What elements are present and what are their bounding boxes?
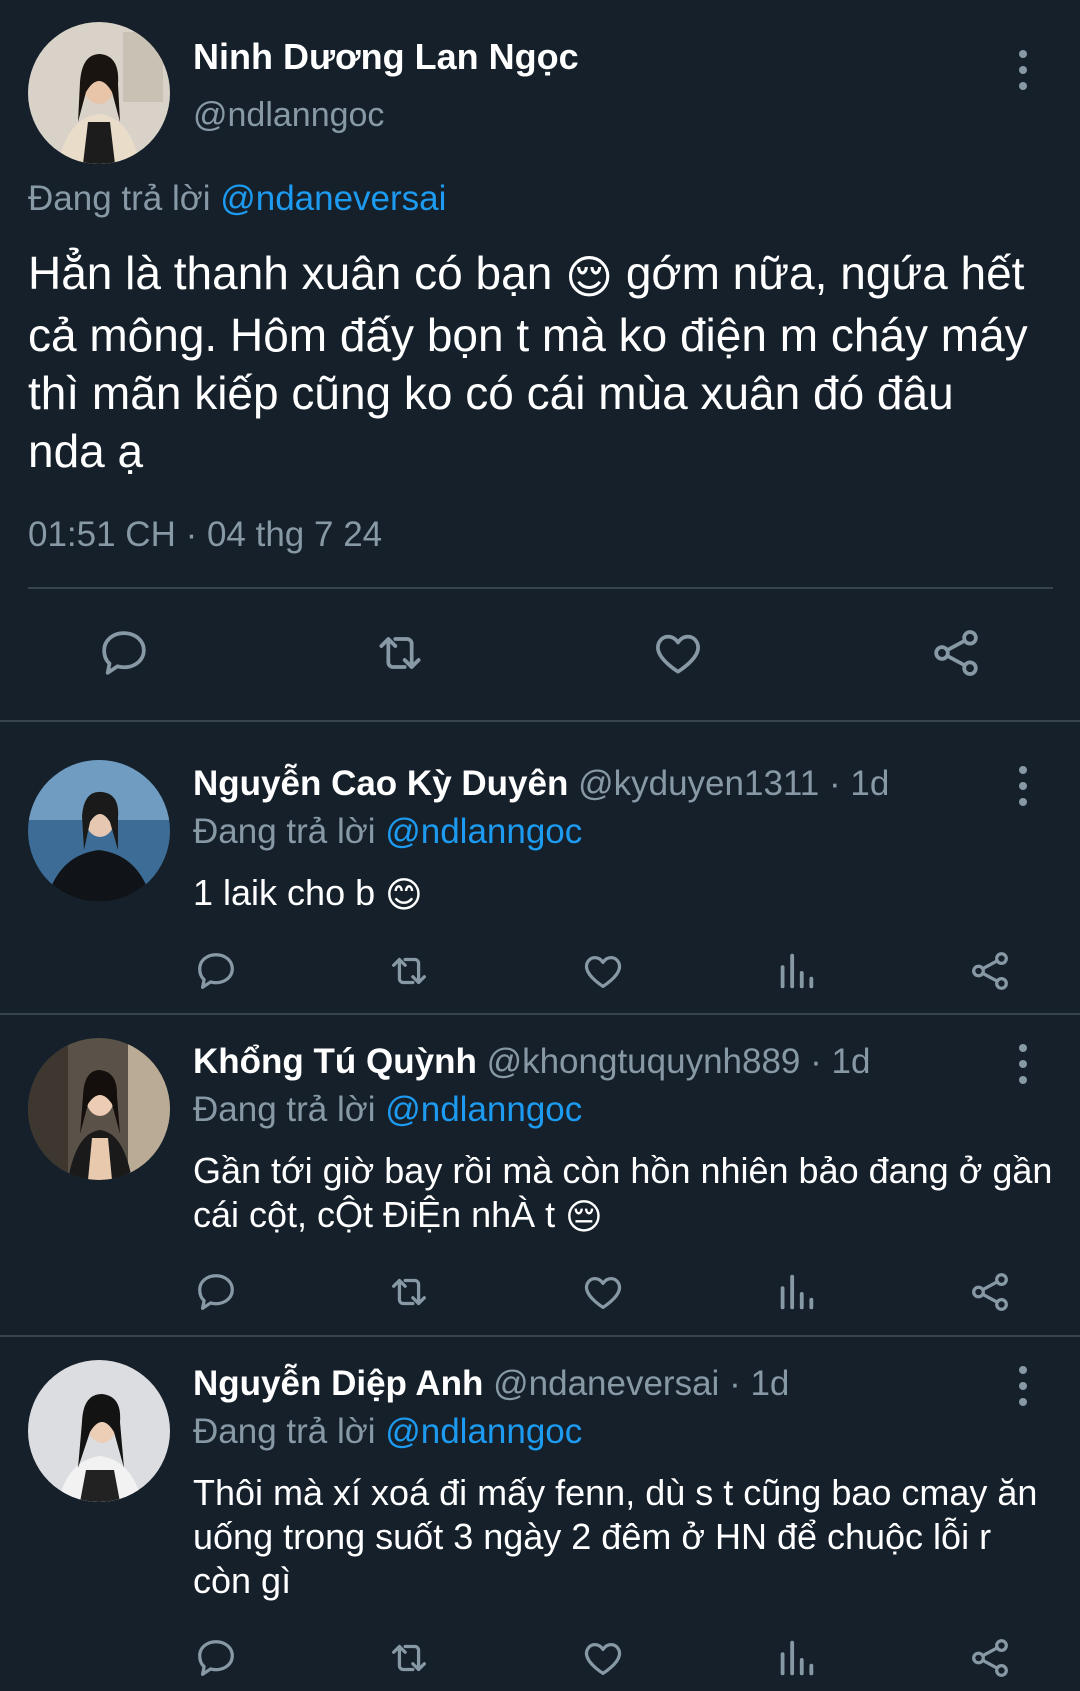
relieved-face-emoji: 😌 [565, 250, 614, 303]
retweet-icon[interactable] [386, 948, 432, 994]
reply-replying-to: Đang trả lời @ndlanngoc [193, 1090, 582, 1130]
reply-text-body: Gần tới giờ bay rồi mà còn hồn nhiên bảo… [193, 1150, 1053, 1235]
reply-author-handle[interactable]: @khongtuquynh889 [487, 1042, 801, 1081]
main-timestamp[interactable]: 01:51 CH · 04 thg 7 24 [28, 515, 382, 555]
reply-author-name[interactable]: Khổng Tú Quỳnh [193, 1042, 477, 1081]
main-tweet-text: Hẳn là thanh xuân có bạn 😌 gớm nữa, ngứa… [28, 244, 1028, 480]
reply-header: Khổng Tú Quỳnh @khongtuquynh889 · 1d [193, 1042, 870, 1082]
replying-prefix: Đang trả lời [193, 1090, 376, 1129]
reply-text-body: 1 laik cho b [193, 872, 376, 913]
reply-header: Nguyễn Diệp Anh @ndaneversai · 1d [193, 1364, 789, 1404]
reply-text-body: Thôi mà xí xoá đi mấy fenn, dù s t cũng … [193, 1472, 1038, 1601]
reply-icon[interactable] [96, 625, 152, 681]
reply-icon[interactable] [193, 1269, 239, 1315]
replying-prefix: Đang trả lời [28, 179, 211, 218]
reply-text: Thôi mà xí xoá đi mấy fenn, dù s t cũng … [193, 1471, 1053, 1603]
share-icon[interactable] [967, 1269, 1013, 1315]
main-author-name[interactable]: Ninh Dương Lan Ngọc [193, 36, 579, 78]
reply-replying-to: Đang trả lời @ndlanngoc [193, 812, 582, 852]
reply-avatar[interactable] [28, 760, 170, 902]
reply-author-handle[interactable]: @kyduyen1311 [578, 764, 819, 803]
replying-to-link[interactable]: @ndlanngoc [385, 812, 582, 851]
reply-replying-to: Đang trả lời @ndlanngoc [193, 1412, 582, 1452]
reply-more-icon[interactable] [1011, 1040, 1035, 1088]
main-replying-to: Đang trả lời @ndaneversai [28, 179, 446, 219]
replying-prefix: Đang trả lời [193, 812, 376, 851]
replying-to-link[interactable]: @ndlanngoc [385, 1412, 582, 1451]
main-text-part1: Hẳn là thanh xuân có bạn [28, 247, 553, 299]
analytics-icon[interactable] [773, 1635, 819, 1681]
pensive-face-emoji: 😔 [565, 1196, 603, 1238]
reply-time: · 1d [729, 1364, 790, 1403]
reply-author-handle[interactable]: @ndaneversai [493, 1364, 719, 1403]
reply-author-name[interactable]: Nguyễn Diệp Anh [193, 1364, 483, 1403]
like-icon[interactable] [580, 1635, 626, 1681]
share-icon[interactable] [928, 625, 984, 681]
reply-avatar[interactable] [28, 1038, 170, 1180]
reply-text: Gần tới giờ bay rồi mà còn hồn nhiên bảo… [193, 1149, 1053, 1239]
analytics-icon[interactable] [773, 1269, 819, 1315]
divider [0, 1335, 1080, 1337]
like-icon[interactable] [650, 625, 706, 681]
reply-text: 1 laik cho b 😊 [193, 871, 1053, 917]
retweet-icon[interactable] [386, 1269, 432, 1315]
main-author-handle[interactable]: @ndlanngoc [193, 96, 384, 135]
like-icon[interactable] [580, 1269, 626, 1315]
analytics-icon[interactable] [773, 948, 819, 994]
smiling-face-emoji: 😊 [385, 874, 423, 916]
replying-to-link[interactable]: @ndaneversai [220, 179, 446, 218]
replying-to-link[interactable]: @ndlanngoc [385, 1090, 582, 1129]
share-icon[interactable] [967, 1635, 1013, 1681]
reply-avatar[interactable] [28, 1360, 170, 1502]
share-icon[interactable] [967, 948, 1013, 994]
retweet-icon[interactable] [386, 1635, 432, 1681]
main-avatar[interactable] [28, 22, 170, 164]
reply-icon[interactable] [193, 1635, 239, 1681]
divider [0, 1013, 1080, 1015]
reply-more-icon[interactable] [1011, 1362, 1035, 1410]
reply-author-name[interactable]: Nguyễn Cao Kỳ Duyên [193, 764, 568, 803]
replying-prefix: Đang trả lời [193, 1412, 376, 1451]
like-icon[interactable] [580, 948, 626, 994]
reply-header: Nguyễn Cao Kỳ Duyên @kyduyen1311 · 1d [193, 764, 889, 804]
retweet-icon[interactable] [372, 625, 428, 681]
reply-time: · 1d [810, 1042, 871, 1081]
divider [0, 720, 1080, 722]
main-more-icon[interactable] [1011, 46, 1035, 94]
reply-time: · 1d [828, 764, 890, 803]
divider [28, 587, 1053, 589]
reply-icon[interactable] [193, 948, 239, 994]
reply-more-icon[interactable] [1011, 762, 1035, 810]
